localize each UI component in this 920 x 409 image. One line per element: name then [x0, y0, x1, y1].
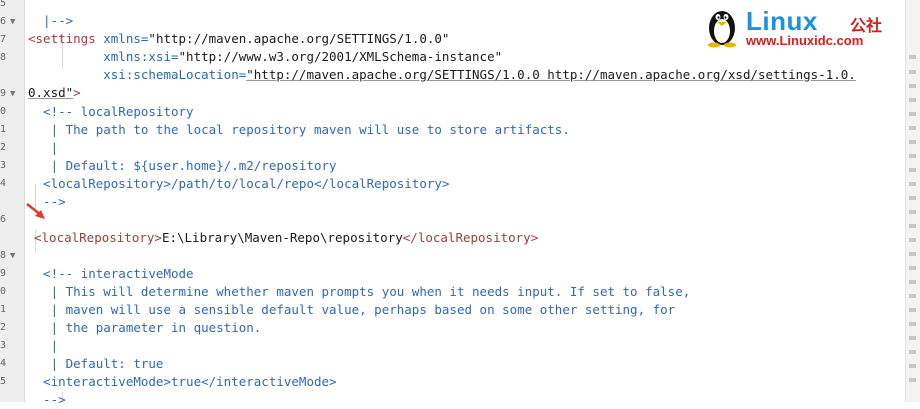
code-line[interactable]: <!-- interactiveMode	[0, 247, 194, 281]
xml-text: E:\Library\Maven-Repo\repository	[161, 230, 403, 245]
code-line[interactable]: 0.xsd">	[0, 66, 81, 100]
scroll-marker	[909, 70, 916, 74]
scroll-marker	[909, 98, 916, 102]
xml-tag: <localRepository>	[34, 230, 162, 245]
xml-value: "http://www.w3.org/2001/XMLSchema-instan…	[178, 49, 503, 64]
linuxidc-watermark-logo: Linux 公社 www.Linuxidc.com	[702, 6, 912, 48]
code-line[interactable]: <settings xmlns="http://maven.apache.org…	[0, 12, 449, 46]
scroll-marker	[909, 252, 916, 256]
scroll-marker	[909, 140, 916, 144]
code-line[interactable]: <interactiveMode>true</interactiveMode>	[0, 355, 337, 389]
scroll-marker	[909, 112, 916, 116]
comment-text: <interactiveMode>true</interactiveMode>	[28, 374, 337, 389]
scroll-marker	[909, 336, 916, 340]
scroll-marker	[909, 308, 916, 312]
scroll-marker	[909, 126, 916, 130]
code-line[interactable]: |	[0, 121, 59, 155]
code-line[interactable]: |-->	[0, 0, 73, 28]
code-line[interactable]: | Default: ${user.home}/.m2/repository	[0, 139, 337, 173]
scroll-marker	[909, 168, 916, 172]
code-line[interactable]: | The path to the local repository maven…	[0, 103, 570, 137]
xml-attribute: xmlns=	[95, 31, 149, 46]
comment-text: | maven will use a sensible default valu…	[28, 302, 676, 317]
scroll-marker	[909, 154, 916, 158]
code-line[interactable]: | Default: true	[0, 337, 164, 371]
comment-text: | Default: true	[28, 356, 164, 371]
code-line[interactable]: <localRepository>E:\Library\Maven-Repo\r…	[0, 211, 538, 245]
code-line[interactable]: | maven will use a sensible default valu…	[0, 283, 676, 317]
xml-attribute: xmlns:xsi=	[28, 49, 179, 64]
xml-tag: </localRepository>	[402, 230, 539, 245]
comment-text: | The path to the local repository maven…	[28, 122, 570, 137]
xml-tag: >	[73, 85, 81, 100]
scroll-marker	[909, 196, 916, 200]
xml-attribute: xsi:schemaLocation=	[28, 67, 247, 82]
scroll-marker	[909, 322, 916, 326]
comment-text: |-->	[28, 13, 74, 28]
vertical-scrollbar[interactable]	[905, 0, 920, 402]
comment-text: | Default: ${user.home}/.m2/repository	[28, 158, 337, 173]
logo-url: www.Linuxidc.com	[746, 33, 864, 48]
scroll-marker	[909, 280, 916, 284]
comment-text: |	[28, 338, 59, 353]
scroll-marker	[909, 266, 916, 270]
scroll-marker	[909, 224, 916, 228]
code-line[interactable]: | the parameter in question.	[0, 301, 262, 335]
code-line[interactable]: xmlns:xsi="http://www.w3.org/2001/XMLSch…	[0, 30, 502, 64]
red-arrow-icon	[26, 203, 45, 219]
scroll-marker	[909, 55, 916, 59]
code-line[interactable]: -->	[0, 373, 66, 407]
scroll-marker	[909, 350, 916, 354]
comment-text: | the parameter in question.	[28, 320, 262, 335]
xml-tag: <settings	[28, 31, 96, 46]
scroll-marker	[909, 84, 916, 88]
xml-value: "http://maven.apache.org/SETTINGS/1.0.0 …	[246, 67, 856, 82]
scroll-marker	[909, 378, 916, 382]
comment-text: <!-- interactiveMode	[28, 266, 194, 281]
xml-value: "http://maven.apache.org/SETTINGS/1.0.0"	[148, 31, 450, 46]
code-line[interactable]: xsi:schemaLocation="http://maven.apache.…	[0, 48, 856, 82]
comment-text: -->	[28, 392, 66, 407]
scroll-marker	[909, 238, 916, 242]
code-line[interactable]: |	[0, 319, 59, 353]
comment-text: |	[28, 140, 59, 155]
comment-text: | This will determine whether maven prom…	[28, 284, 691, 299]
penguin-icon	[708, 11, 736, 48]
comment-text: <!-- localRepository	[28, 104, 194, 119]
code-line[interactable]: | This will determine whether maven prom…	[0, 265, 691, 299]
comment-text: <localRepository>/path/to/local/repo</lo…	[28, 176, 450, 191]
scroll-marker	[909, 364, 916, 368]
code-line[interactable]: <localRepository>/path/to/local/repo</lo…	[0, 157, 449, 191]
scroll-marker	[909, 294, 916, 298]
code-line[interactable]: -->	[0, 175, 66, 209]
scroll-marker	[909, 182, 916, 186]
code-line[interactable]: <!-- localRepository	[0, 85, 194, 119]
xml-value: 0.xsd"	[28, 85, 74, 100]
scroll-marker	[909, 210, 916, 214]
